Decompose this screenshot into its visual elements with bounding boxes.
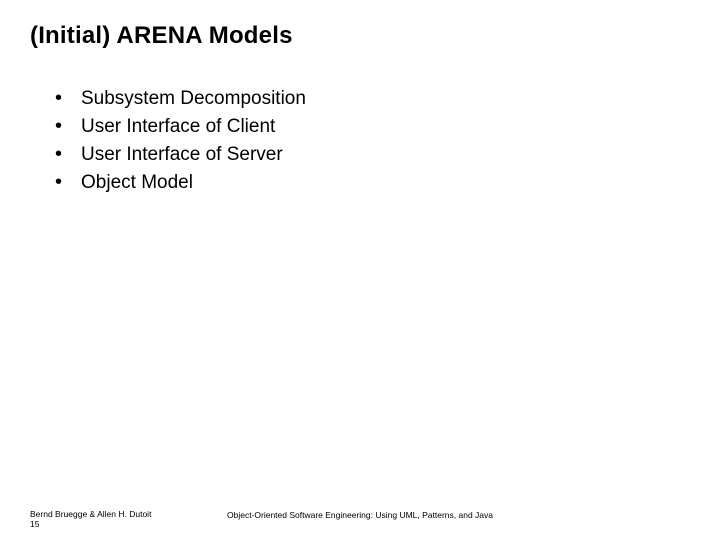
- bullet-text: Object Model: [81, 170, 193, 196]
- list-item: • Object Model: [55, 170, 680, 197]
- list-item: • User Interface of Client: [55, 114, 680, 141]
- bullet-text: User Interface of Client: [81, 114, 275, 140]
- bullet-list: • Subsystem Decomposition • User Interfa…: [55, 86, 680, 198]
- bullet-text: User Interface of Server: [81, 142, 283, 168]
- slide: (Initial) ARENA Models • Subsystem Decom…: [0, 0, 720, 540]
- footer-authors: Bernd Bruegge & Allen H. Dutoit: [30, 509, 151, 520]
- bullet-icon: •: [55, 113, 81, 140]
- footer-page-number: 15: [30, 519, 151, 530]
- slide-title: (Initial) ARENA Models: [30, 22, 293, 50]
- list-item: • User Interface of Server: [55, 142, 680, 169]
- bullet-icon: •: [55, 169, 81, 196]
- bullet-icon: •: [55, 85, 81, 112]
- footer-left: Bernd Bruegge & Allen H. Dutoit 15: [30, 509, 151, 530]
- list-item: • Subsystem Decomposition: [55, 86, 680, 113]
- bullet-icon: •: [55, 141, 81, 168]
- bullet-text: Subsystem Decomposition: [81, 86, 306, 112]
